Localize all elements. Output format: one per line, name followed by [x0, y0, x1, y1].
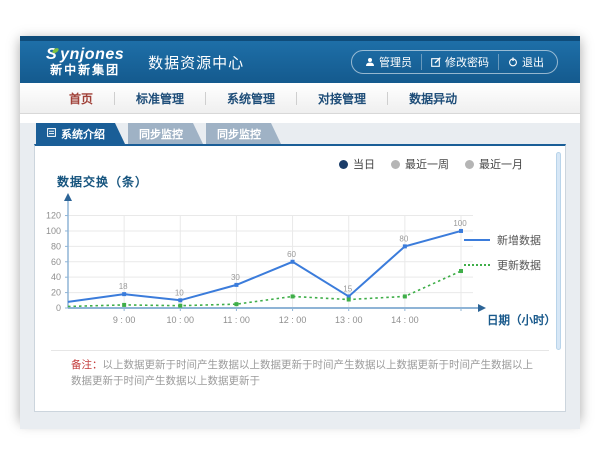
edit-icon	[431, 57, 441, 67]
svg-text:100: 100	[453, 219, 467, 228]
note-divider	[51, 350, 549, 351]
svg-text:80: 80	[51, 241, 61, 251]
svg-text:14 : 00: 14 : 00	[391, 315, 419, 325]
svg-text:15: 15	[343, 284, 352, 293]
tab-system-intro[interactable]: 系统介绍	[36, 123, 125, 144]
nav-item-home[interactable]: 首页	[48, 90, 114, 107]
svg-text:11 : 00: 11 : 00	[223, 315, 250, 325]
tab-label: 同步监控	[139, 126, 183, 142]
logout-label: 退出	[522, 54, 544, 70]
svg-text:60: 60	[287, 250, 296, 259]
logout-button[interactable]: 退出	[498, 54, 553, 70]
filter-last-week-label: 最近一周	[405, 156, 449, 172]
tab-label: 同步监控	[217, 126, 261, 142]
svg-text:30: 30	[231, 273, 240, 282]
range-filter-group: 当日 最近一周 最近一月	[339, 156, 523, 172]
power-icon	[508, 57, 518, 67]
document-icon	[47, 128, 56, 140]
svg-text:40: 40	[51, 272, 61, 282]
blue-line-icon	[464, 239, 490, 241]
svg-text:80: 80	[399, 234, 408, 243]
change-password-button[interactable]: 修改密码	[421, 54, 498, 70]
legend-item-updated-data: 更新数据	[464, 257, 541, 273]
svg-text:18: 18	[119, 282, 128, 291]
svg-text:9 : 00: 9 : 00	[113, 315, 136, 325]
svg-text:10 : 00: 10 : 00	[167, 315, 195, 325]
radio-icon	[465, 160, 474, 169]
app-window: Synjones 新中新集团 数据资源中心 管理员 修改密码 退出	[20, 36, 580, 420]
svg-text:60: 60	[51, 257, 61, 267]
change-password-label: 修改密码	[445, 54, 489, 70]
tab-label: 系统介绍	[61, 126, 105, 142]
filter-last-week[interactable]: 最近一周	[391, 156, 449, 172]
filter-last-month[interactable]: 最近一月	[465, 156, 523, 172]
leaf-icon	[52, 48, 60, 55]
svg-text:10: 10	[175, 288, 184, 297]
svg-text:13 : 00: 13 : 00	[335, 315, 363, 325]
logo-subtext: 新中新集团	[46, 64, 124, 77]
filter-last-month-label: 最近一月	[479, 156, 523, 172]
user-menu: 管理员 修改密码 退出	[351, 50, 558, 74]
user-menu-admin[interactable]: 管理员	[356, 54, 421, 70]
green-dashed-line-icon	[464, 264, 490, 266]
svg-text:12 : 00: 12 : 00	[279, 315, 307, 325]
tab-bar: 系统介绍 同步监控 同步监控	[36, 123, 580, 144]
legend-label: 新增数据	[497, 232, 541, 248]
legend-label: 更新数据	[497, 257, 541, 273]
y-axis-title: 数据交换（条）	[57, 173, 148, 190]
chart-panel: 当日 最近一周 最近一月 数据交换（条） 0 20 40 60 80 100 120 9 : …	[34, 144, 566, 412]
legend-item-new-data: 新增数据	[464, 232, 541, 248]
footnote-text: 以上数据更新于时间产生数据以上数据更新于时间产生数据以上数据更新于时间产生数据以…	[71, 359, 533, 387]
panel-scrollbar[interactable]	[556, 152, 561, 350]
svg-text:日期（小时）: 日期（小时）	[487, 313, 556, 327]
user-menu-admin-label: 管理员	[379, 54, 412, 70]
svg-text:20: 20	[51, 288, 61, 298]
filter-today[interactable]: 当日	[339, 156, 375, 172]
svg-text:0: 0	[56, 303, 61, 313]
content-area: 系统介绍 同步监控 同步监控 当日 最近一周	[20, 123, 580, 429]
main-nav: 首页 标准管理 系统管理 对接管理 数据异动	[20, 83, 580, 114]
footnote-label: 备注：	[71, 359, 103, 371]
tab-sync-monitor-1[interactable]: 同步监控	[128, 123, 203, 144]
nav-item-interface-mgmt[interactable]: 对接管理	[297, 90, 387, 107]
svg-text:120: 120	[46, 211, 61, 221]
tab-sync-monitor-2[interactable]: 同步监控	[206, 123, 281, 144]
radio-selected-icon	[339, 160, 348, 169]
user-icon	[365, 57, 375, 67]
logo-brand-text: Synjones	[46, 47, 124, 64]
chart-legend: 新增数据 更新数据	[464, 232, 541, 282]
nav-item-standard-mgmt[interactable]: 标准管理	[115, 90, 205, 107]
radio-icon	[391, 160, 400, 169]
svg-text:100: 100	[46, 226, 61, 236]
nav-item-system-mgmt[interactable]: 系统管理	[206, 90, 296, 107]
footnote: 备注：以上数据更新于时间产生数据以上数据更新于时间产生数据以上数据更新于时间产生…	[71, 358, 541, 390]
company-logo: Synjones 新中新集团	[46, 47, 124, 76]
page-title: 数据资源中心	[148, 52, 244, 73]
app-header: Synjones 新中新集团 数据资源中心 管理员 修改密码 退出	[20, 41, 580, 83]
nav-item-data-change[interactable]: 数据异动	[388, 90, 478, 107]
filter-today-label: 当日	[353, 156, 375, 172]
